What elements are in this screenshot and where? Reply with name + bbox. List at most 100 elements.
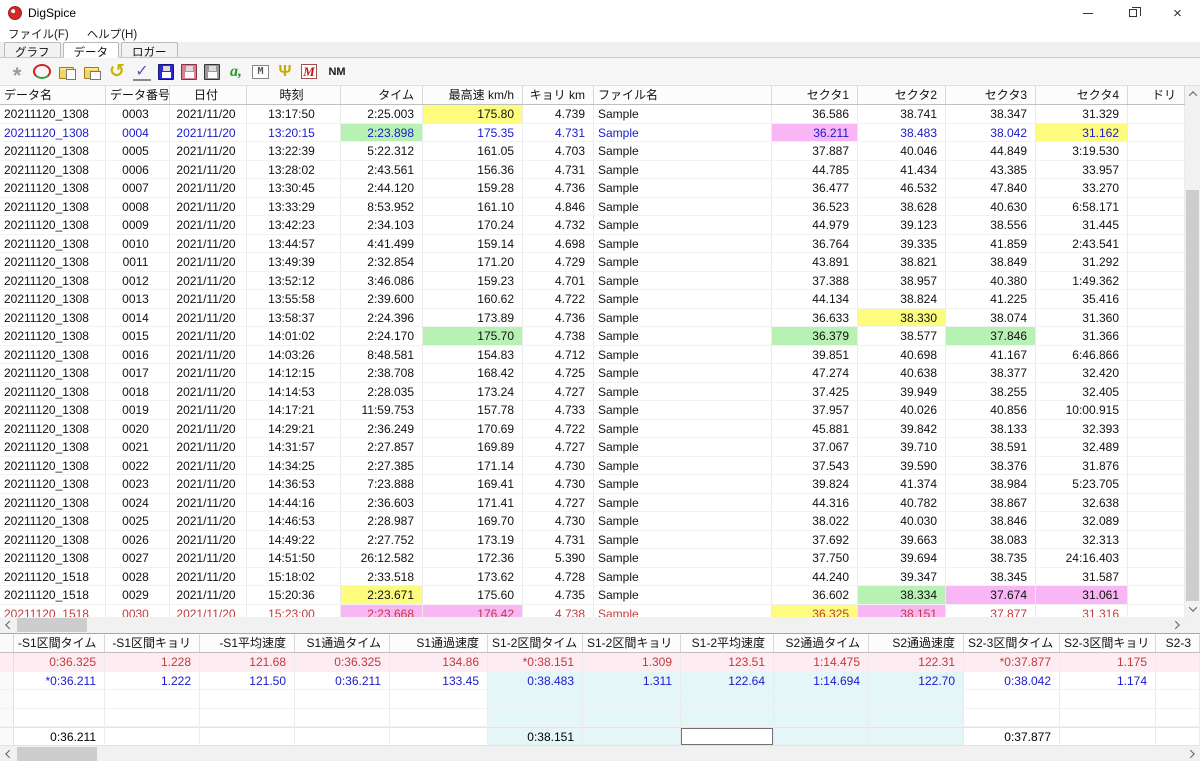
table-cell[interactable]: Sample bbox=[594, 382, 772, 400]
table-cell[interactable] bbox=[105, 708, 200, 727]
table-cell[interactable]: 0029 bbox=[106, 586, 170, 604]
table-cell[interactable]: 13:22:39 bbox=[247, 142, 341, 160]
table-cell[interactable]: 14:51:50 bbox=[247, 549, 341, 567]
table-cell[interactable]: 175.80 bbox=[423, 105, 523, 123]
table-cell[interactable]: 38.849 bbox=[946, 253, 1036, 271]
table-cell[interactable] bbox=[681, 708, 774, 727]
table-cell[interactable]: 172.36 bbox=[423, 549, 523, 567]
table-cell[interactable] bbox=[1060, 690, 1156, 708]
scroll-up-arrow[interactable] bbox=[1185, 86, 1200, 102]
table-cell[interactable]: 36.633 bbox=[772, 308, 858, 326]
table-cell[interactable]: 2:28.035 bbox=[341, 382, 423, 400]
table-cell[interactable]: 0:36.325 bbox=[14, 653, 105, 671]
table-cell[interactable]: 14:29:21 bbox=[247, 419, 341, 437]
table-cell[interactable] bbox=[200, 728, 295, 745]
table-cell[interactable]: 173.19 bbox=[423, 530, 523, 548]
table-row[interactable]: 0:36.325 1.228 121.68 0:36.325 134.86 *0:38.1… bbox=[0, 653, 1200, 672]
chart-check-icon[interactable] bbox=[133, 63, 151, 81]
table-cell[interactable]: 2:23.668 bbox=[341, 604, 423, 617]
table-cell[interactable]: 121.50 bbox=[200, 671, 295, 690]
table-cell[interactable]: 14:46:53 bbox=[247, 512, 341, 530]
column-header[interactable]: S1-2区間キョリ bbox=[583, 634, 681, 652]
table-cell[interactable]: 4.733 bbox=[523, 401, 594, 419]
table-cell[interactable] bbox=[1128, 549, 1185, 567]
table-cell[interactable]: 10:00.915 bbox=[1036, 401, 1128, 419]
table-cell[interactable]: 161.10 bbox=[423, 197, 523, 215]
table-cell[interactable]: 0025 bbox=[106, 512, 170, 530]
table-cell[interactable]: 0009 bbox=[106, 216, 170, 234]
table-cell[interactable]: 14:14:53 bbox=[247, 382, 341, 400]
column-header[interactable]: S2-3区間タイム bbox=[964, 634, 1060, 652]
table-cell[interactable]: 31.061 bbox=[1036, 586, 1128, 604]
table-cell[interactable]: 40.046 bbox=[858, 142, 946, 160]
table-cell[interactable]: 13:52:12 bbox=[247, 271, 341, 289]
table-cell[interactable]: 20211120_1308 bbox=[0, 493, 106, 511]
table-cell[interactable] bbox=[105, 728, 200, 745]
table-cell[interactable]: 2021/11/20 bbox=[170, 160, 247, 178]
table-cell[interactable]: 0017 bbox=[106, 364, 170, 382]
table-cell[interactable]: 6:58.171 bbox=[1036, 197, 1128, 215]
table-cell[interactable]: 4.698 bbox=[523, 234, 594, 252]
table-cell[interactable]: 38.984 bbox=[946, 475, 1036, 493]
column-header[interactable]: -S1平均速度 bbox=[200, 634, 295, 652]
table-cell[interactable]: 38.735 bbox=[946, 549, 1036, 567]
column-header[interactable]: S2-3区間キョリ bbox=[1060, 634, 1156, 652]
table-cell[interactable]: 1.222 bbox=[105, 671, 200, 690]
vscroll-thumb[interactable] bbox=[1186, 190, 1199, 601]
table-cell[interactable]: 39.663 bbox=[858, 530, 946, 548]
table-cell[interactable]: Sample bbox=[594, 216, 772, 234]
table-cell[interactable]: 37.750 bbox=[772, 549, 858, 567]
table-cell[interactable]: 159.14 bbox=[423, 234, 523, 252]
table-cell[interactable]: Sample bbox=[594, 308, 772, 326]
table-cell[interactable]: 41.225 bbox=[946, 290, 1036, 308]
column-header[interactable]: キョリ km bbox=[523, 86, 594, 104]
table-cell[interactable] bbox=[681, 690, 774, 708]
table-cell[interactable]: 38.022 bbox=[772, 512, 858, 530]
motec-icon[interactable]: M bbox=[301, 64, 317, 79]
table-row[interactable]: 20211120_1308 0015 2021/11/20 14:01:02 2:24.… bbox=[0, 327, 1185, 346]
table-cell[interactable]: 2021/11/20 bbox=[170, 586, 247, 604]
table-cell[interactable]: 2021/11/20 bbox=[170, 475, 247, 493]
table-cell[interactable]: 36.379 bbox=[772, 327, 858, 345]
table-cell[interactable]: 31.162 bbox=[1036, 123, 1128, 141]
table-cell[interactable]: 4.712 bbox=[523, 345, 594, 363]
table-row[interactable]: 20211120_1308 0003 2021/11/20 13:17:50 2:25.… bbox=[0, 105, 1185, 124]
table-cell[interactable]: 3:46.086 bbox=[341, 271, 423, 289]
table-cell[interactable] bbox=[774, 728, 869, 745]
table-cell[interactable]: Sample bbox=[594, 567, 772, 585]
table-cell[interactable]: 1:14.475 bbox=[774, 653, 869, 671]
table-cell[interactable]: 20211120_1308 bbox=[0, 401, 106, 419]
table-cell[interactable]: 2:39.600 bbox=[341, 290, 423, 308]
table-cell[interactable]: 0:37.877 bbox=[964, 728, 1060, 745]
table-cell[interactable]: 32.313 bbox=[1036, 530, 1128, 548]
table-cell[interactable]: Sample bbox=[594, 327, 772, 345]
table-cell[interactable]: 2:27.385 bbox=[341, 456, 423, 474]
table-cell[interactable]: 38.867 bbox=[946, 493, 1036, 511]
hscroll-thumb[interactable] bbox=[17, 618, 87, 632]
table-cell[interactable]: 40.856 bbox=[946, 401, 1036, 419]
table-cell[interactable]: 20211120_1518 bbox=[0, 567, 106, 585]
table-row[interactable]: 20211120_1308 0019 2021/11/20 14:17:21 11:59… bbox=[0, 401, 1185, 420]
ellipse-icon[interactable] bbox=[33, 63, 51, 81]
table-cell[interactable]: 0024 bbox=[106, 493, 170, 511]
table-cell[interactable]: 0013 bbox=[106, 290, 170, 308]
table-cell[interactable]: 2021/11/20 bbox=[170, 123, 247, 141]
table-cell[interactable]: 20211120_1308 bbox=[0, 475, 106, 493]
table-cell[interactable]: 156.36 bbox=[423, 160, 523, 178]
table-cell[interactable]: 121.68 bbox=[200, 653, 295, 671]
table-cell[interactable]: 4.727 bbox=[523, 382, 594, 400]
table-cell[interactable]: 4.730 bbox=[523, 456, 594, 474]
table-cell[interactable] bbox=[583, 690, 681, 708]
table-cell[interactable]: 2:24.170 bbox=[341, 327, 423, 345]
nm-button[interactable]: NM bbox=[324, 63, 350, 81]
table-cell[interactable]: 2:36.603 bbox=[341, 493, 423, 511]
table-cell[interactable]: Sample bbox=[594, 271, 772, 289]
table-cell[interactable]: 36.477 bbox=[772, 179, 858, 197]
table-cell[interactable]: 41.167 bbox=[946, 345, 1036, 363]
table-cell[interactable]: 13:58:37 bbox=[247, 308, 341, 326]
table-cell[interactable]: 0005 bbox=[106, 142, 170, 160]
table-cell[interactable]: 2021/11/20 bbox=[170, 197, 247, 215]
table-cell[interactable]: 157.78 bbox=[423, 401, 523, 419]
table-cell[interactable]: 4.730 bbox=[523, 512, 594, 530]
table-cell[interactable] bbox=[1128, 290, 1185, 308]
